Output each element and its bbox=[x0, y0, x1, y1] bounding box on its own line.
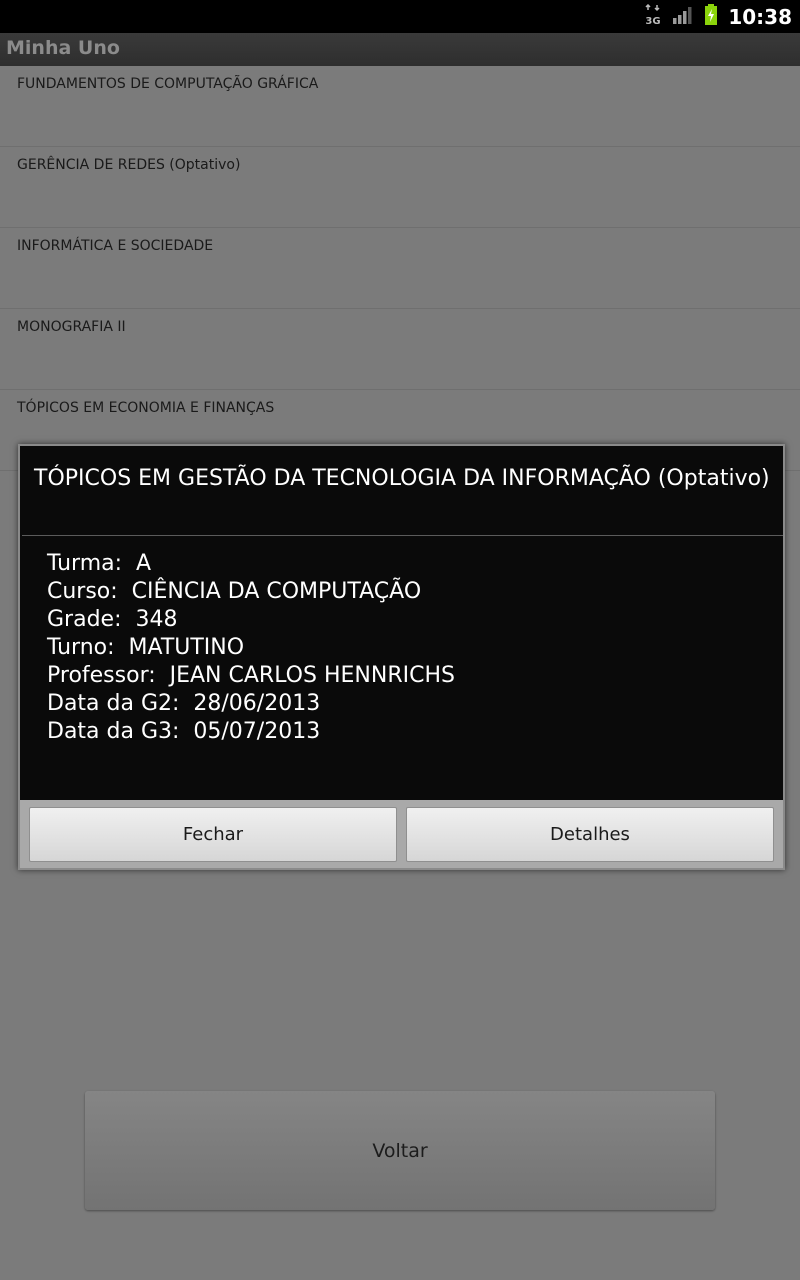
status-bar: 3G 10:38 bbox=[0, 0, 800, 33]
close-button[interactable]: Fechar bbox=[29, 807, 397, 862]
battery-charging-icon bbox=[704, 3, 718, 30]
detail-data-g2: Data da G2: 28/06/2013 bbox=[47, 691, 321, 716]
detail-professor: Professor: JEAN CARLOS HENNRICHS bbox=[47, 663, 455, 688]
dialog-button-bar: Fechar Detalhes bbox=[20, 800, 783, 868]
status-icons: 3G 10:38 bbox=[644, 0, 792, 33]
signal-icon bbox=[672, 5, 694, 29]
subject-details-dialog: TÓPICOS EM GESTÃO DA TECNOLOGIA DA INFOR… bbox=[18, 444, 785, 870]
svg-text:3G: 3G bbox=[646, 16, 661, 26]
clock: 10:38 bbox=[728, 4, 792, 29]
dialog-details: Turma: A Curso: CIÊNCIA DA COMPUTAÇÃO Gr… bbox=[47, 550, 455, 746]
detail-grade: Grade: 348 bbox=[47, 607, 178, 632]
detail-turno: Turno: MATUTINO bbox=[47, 635, 245, 660]
subject-row[interactable]: MONOGRAFIA II bbox=[0, 309, 800, 390]
app-title: Minha Uno bbox=[6, 37, 120, 59]
subject-row[interactable]: INFORMÁTICA E SOCIEDADE bbox=[0, 228, 800, 309]
dialog-divider bbox=[22, 535, 783, 536]
details-button[interactable]: Detalhes bbox=[406, 807, 774, 862]
subject-label: FUNDAMENTOS DE COMPUTAÇÃO GRÁFICA bbox=[17, 76, 319, 92]
detail-curso: Curso: CIÊNCIA DA COMPUTAÇÃO bbox=[47, 579, 422, 604]
3g-data-icon: 3G bbox=[644, 3, 662, 30]
app-title-bar: Minha Uno bbox=[0, 33, 800, 66]
back-button[interactable]: Voltar bbox=[85, 1091, 715, 1210]
detail-turma: Turma: A bbox=[47, 551, 152, 576]
subject-row[interactable]: FUNDAMENTOS DE COMPUTAÇÃO GRÁFICA bbox=[0, 66, 800, 147]
subject-label: GERÊNCIA DE REDES (Optativo) bbox=[17, 157, 241, 173]
subject-label: MONOGRAFIA II bbox=[17, 319, 126, 335]
subject-label: INFORMÁTICA E SOCIEDADE bbox=[17, 238, 214, 254]
subject-row[interactable]: GERÊNCIA DE REDES (Optativo) bbox=[0, 147, 800, 228]
dialog-title: TÓPICOS EM GESTÃO DA TECNOLOGIA DA INFOR… bbox=[34, 466, 770, 491]
subject-label: TÓPICOS EM ECONOMIA E FINANÇAS bbox=[17, 400, 275, 416]
detail-data-g3: Data da G3: 05/07/2013 bbox=[47, 719, 321, 744]
